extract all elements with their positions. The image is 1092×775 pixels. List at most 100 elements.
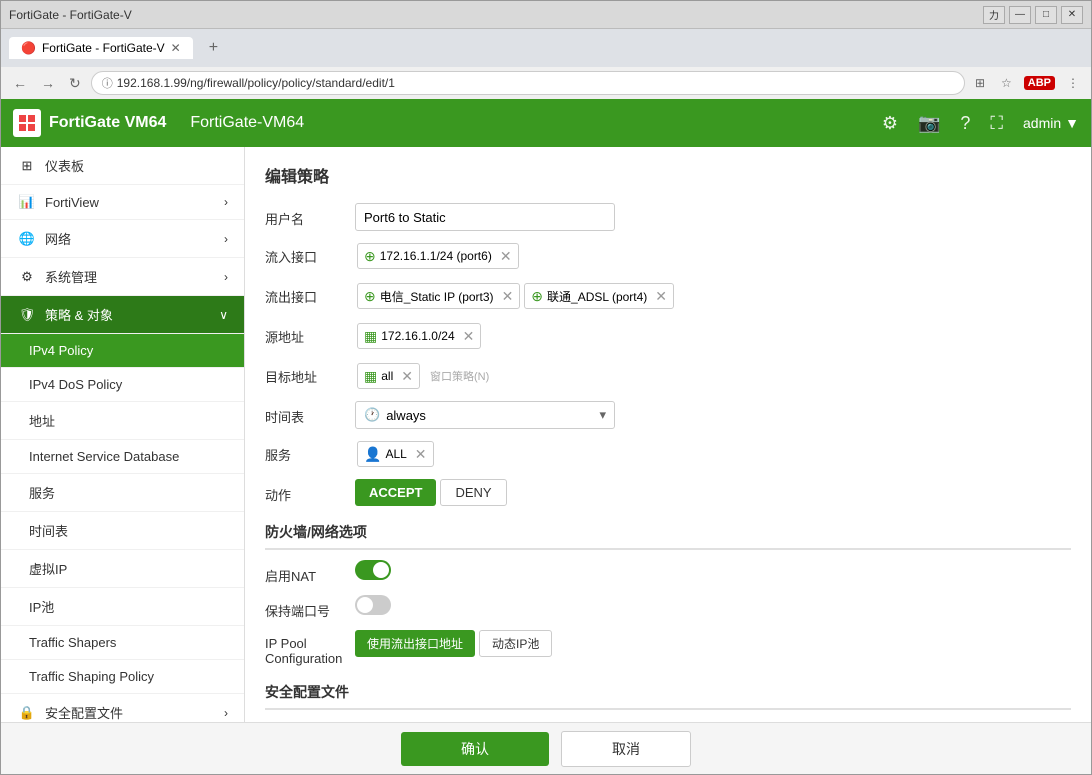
window-title: FortiGate - FortiGate-V: [9, 8, 132, 22]
browser-right-controls: ⊞ ☆ ABP ⋮: [971, 74, 1083, 92]
content-area: 编辑策略 用户名 流入接口 ⊕ 172.16.1.1/24 (port6) ✕: [245, 147, 1091, 722]
camera-icon[interactable]: 📷: [918, 113, 940, 134]
sidebar-item-ip-pool[interactable]: IP池: [1, 588, 244, 626]
main-layout: ⊞ 仪表板 📊 FortiView › 🌐 网络 › ⚙ 系统管理 ›: [1, 147, 1091, 722]
top-nav-right: ⚙ 📷 ? ⛶ admin ▼: [882, 113, 1079, 134]
nat-toggle-thumb: [373, 562, 389, 578]
security-icon: 🔒: [17, 705, 37, 721]
sidebar-item-service[interactable]: 服务: [1, 474, 244, 512]
sidebar-item-security-profile[interactable]: 🔒 安全配置文件 ›: [1, 694, 244, 722]
sidebar-label-sysadmin: 系统管理: [45, 267, 97, 286]
sidebar-label-service: 服务: [29, 483, 55, 502]
logo-text: FortiGate VM64: [49, 114, 166, 132]
sidebar-label-ip-pool: IP池: [29, 597, 54, 616]
sidebar-label-security-profile: 安全配置文件: [45, 703, 123, 722]
fullscreen-icon[interactable]: ⛶: [990, 113, 1003, 134]
inbound-control: ⊕ 172.16.1.1/24 (port6) ✕: [355, 241, 1071, 271]
sidebar-item-ipv4-dos[interactable]: IPv4 DoS Policy: [1, 368, 244, 402]
outbound-tag2-close-btn[interactable]: ✕: [655, 288, 667, 305]
sidebar-item-fortiview[interactable]: 📊 FortiView ›: [1, 185, 244, 220]
inbound-label: 流入接口: [265, 241, 355, 266]
use-outbound-btn[interactable]: 使用流出接口地址: [355, 630, 475, 657]
sidebar-item-dashboard[interactable]: ⊞ 仪表板: [1, 147, 244, 185]
reload-btn[interactable]: ↻: [65, 73, 85, 94]
sidebar-item-ipv4-policy[interactable]: IPv4 Policy: [1, 334, 244, 368]
sidebar-item-address[interactable]: 地址: [1, 402, 244, 440]
inbound-tag[interactable]: ⊕ 172.16.1.1/24 (port6) ✕: [357, 243, 519, 269]
menu-icon[interactable]: ⋮: [1063, 74, 1083, 92]
inbound-row: 流入接口 ⊕ 172.16.1.1/24 (port6) ✕: [265, 241, 1071, 271]
browser-tab-bar: 🔴 FortiGate - FortiGate-V ✕ +: [1, 29, 1091, 67]
tab-favicon: 🔴: [21, 41, 36, 55]
fortigate-logo: FortiGate VM64 FortiGate-VM64: [13, 109, 304, 137]
sidebar-item-sysadmin[interactable]: ⚙ 系统管理 ›: [1, 258, 244, 296]
username-control: [355, 203, 1071, 231]
security-section-header: 安全配置文件: [265, 682, 1071, 710]
bookmark-icon[interactable]: ☆: [997, 74, 1016, 92]
sysadmin-icon: ⚙: [17, 269, 37, 285]
network-icon: 🌐: [17, 231, 37, 247]
sidebar-item-network[interactable]: 🌐 网络 ›: [1, 220, 244, 258]
sidebar-label-network: 网络: [45, 229, 71, 248]
inbound-tag-close-btn[interactable]: ✕: [500, 248, 512, 265]
src-addr-row: 源地址 ▦ 172.16.1.0/24 ✕: [265, 321, 1071, 351]
src-addr-tag[interactable]: ▦ 172.16.1.0/24 ✕: [357, 323, 481, 349]
confirm-btn[interactable]: 确认: [401, 732, 549, 766]
sidebar-label-virtual-ip: 虚拟IP: [29, 559, 67, 578]
help-icon[interactable]: ?: [960, 113, 970, 134]
address-bar[interactable]: ⓘ 192.168.1.99/ng/firewall/policy/policy…: [91, 71, 965, 95]
outbound-tag2-icon: ⊕: [531, 288, 543, 305]
minimize-btn[interactable]: —: [1009, 6, 1031, 24]
sidebar-item-traffic-shapers[interactable]: Traffic Shapers: [1, 626, 244, 660]
username-row: 用户名: [265, 203, 1071, 231]
dynamic-pool-btn[interactable]: 动态IP池: [479, 630, 552, 657]
sidebar-label-schedule: 时间表: [29, 521, 68, 540]
dst-addr-tag[interactable]: ▦ all ✕: [357, 363, 420, 389]
ip-pool-config-control: 使用流出接口地址 动态IP池: [355, 630, 1071, 657]
schedule-label: 时间表: [265, 401, 355, 426]
network-chevron-icon: ›: [224, 232, 228, 246]
close-btn[interactable]: ✕: [1061, 6, 1083, 24]
sidebar-label-traffic-shapers: Traffic Shapers: [29, 635, 116, 650]
port-reserve-toggle[interactable]: [355, 595, 391, 615]
deny-btn[interactable]: DENY: [440, 479, 506, 506]
sidebar-item-virtual-ip[interactable]: 虚拟IP: [1, 550, 244, 588]
sidebar-item-schedule[interactable]: 时间表: [1, 512, 244, 550]
nat-row: 启用NAT: [265, 560, 1071, 585]
port-reserve-control: [355, 595, 1071, 618]
translate-icon[interactable]: ⊞: [971, 74, 989, 92]
outbound-tag1-close-btn[interactable]: ✕: [502, 288, 514, 305]
cancel-btn[interactable]: 取消: [561, 731, 691, 767]
maximize-btn[interactable]: □: [1035, 6, 1057, 24]
schedule-select[interactable]: 🕐 always ▾: [355, 401, 615, 429]
force-btn[interactable]: 力: [983, 6, 1005, 24]
settings-icon[interactable]: ⚙: [882, 113, 898, 134]
tab-close-btn[interactable]: ✕: [171, 41, 181, 55]
service-tag-close-btn[interactable]: ✕: [415, 446, 427, 463]
nat-toggle[interactable]: [355, 560, 391, 580]
adblock-icon[interactable]: ABP: [1024, 76, 1055, 90]
service-tag-label: ALL: [385, 447, 406, 461]
sidebar-item-internet-svc-db[interactable]: Internet Service Database: [1, 440, 244, 474]
outbound-tag-1[interactable]: ⊕ 电信_Static IP (port3) ✕: [357, 283, 520, 309]
src-addr-tag-close-btn[interactable]: ✕: [463, 328, 475, 345]
sidebar-item-policy-obj[interactable]: 🛡 策略 & 对象 ∨: [1, 296, 244, 334]
policy-icon: 🛡: [17, 307, 37, 323]
sidebar-label-ipv4-policy: IPv4 Policy: [29, 343, 93, 358]
sidebar-label-traffic-shaping-policy: Traffic Shaping Policy: [29, 669, 154, 684]
accept-btn[interactable]: ACCEPT: [355, 479, 436, 506]
back-btn[interactable]: ←: [9, 73, 31, 93]
browser-controls: ← → ↻ ⓘ 192.168.1.99/ng/firewall/policy/…: [1, 67, 1091, 99]
dst-addr-tag-close-btn[interactable]: ✕: [401, 368, 413, 385]
sidebar-item-traffic-shaping-policy[interactable]: Traffic Shaping Policy: [1, 660, 244, 694]
forward-btn[interactable]: →: [37, 73, 59, 93]
username-input[interactable]: [355, 203, 615, 231]
admin-menu-btn[interactable]: admin ▼: [1023, 115, 1079, 131]
outbound-row: 流出接口 ⊕ 电信_Static IP (port3) ✕ ⊕ 联通_ADSL …: [265, 281, 1071, 311]
outbound-tag-2[interactable]: ⊕ 联通_ADSL (port4) ✕: [524, 283, 674, 309]
nat-toggle-track[interactable]: [355, 560, 391, 580]
browser-tab[interactable]: 🔴 FortiGate - FortiGate-V ✕: [9, 37, 193, 59]
new-tab-btn[interactable]: +: [201, 35, 226, 61]
port-reserve-toggle-track[interactable]: [355, 595, 391, 615]
service-tag[interactable]: 👤 ALL ✕: [357, 441, 434, 467]
